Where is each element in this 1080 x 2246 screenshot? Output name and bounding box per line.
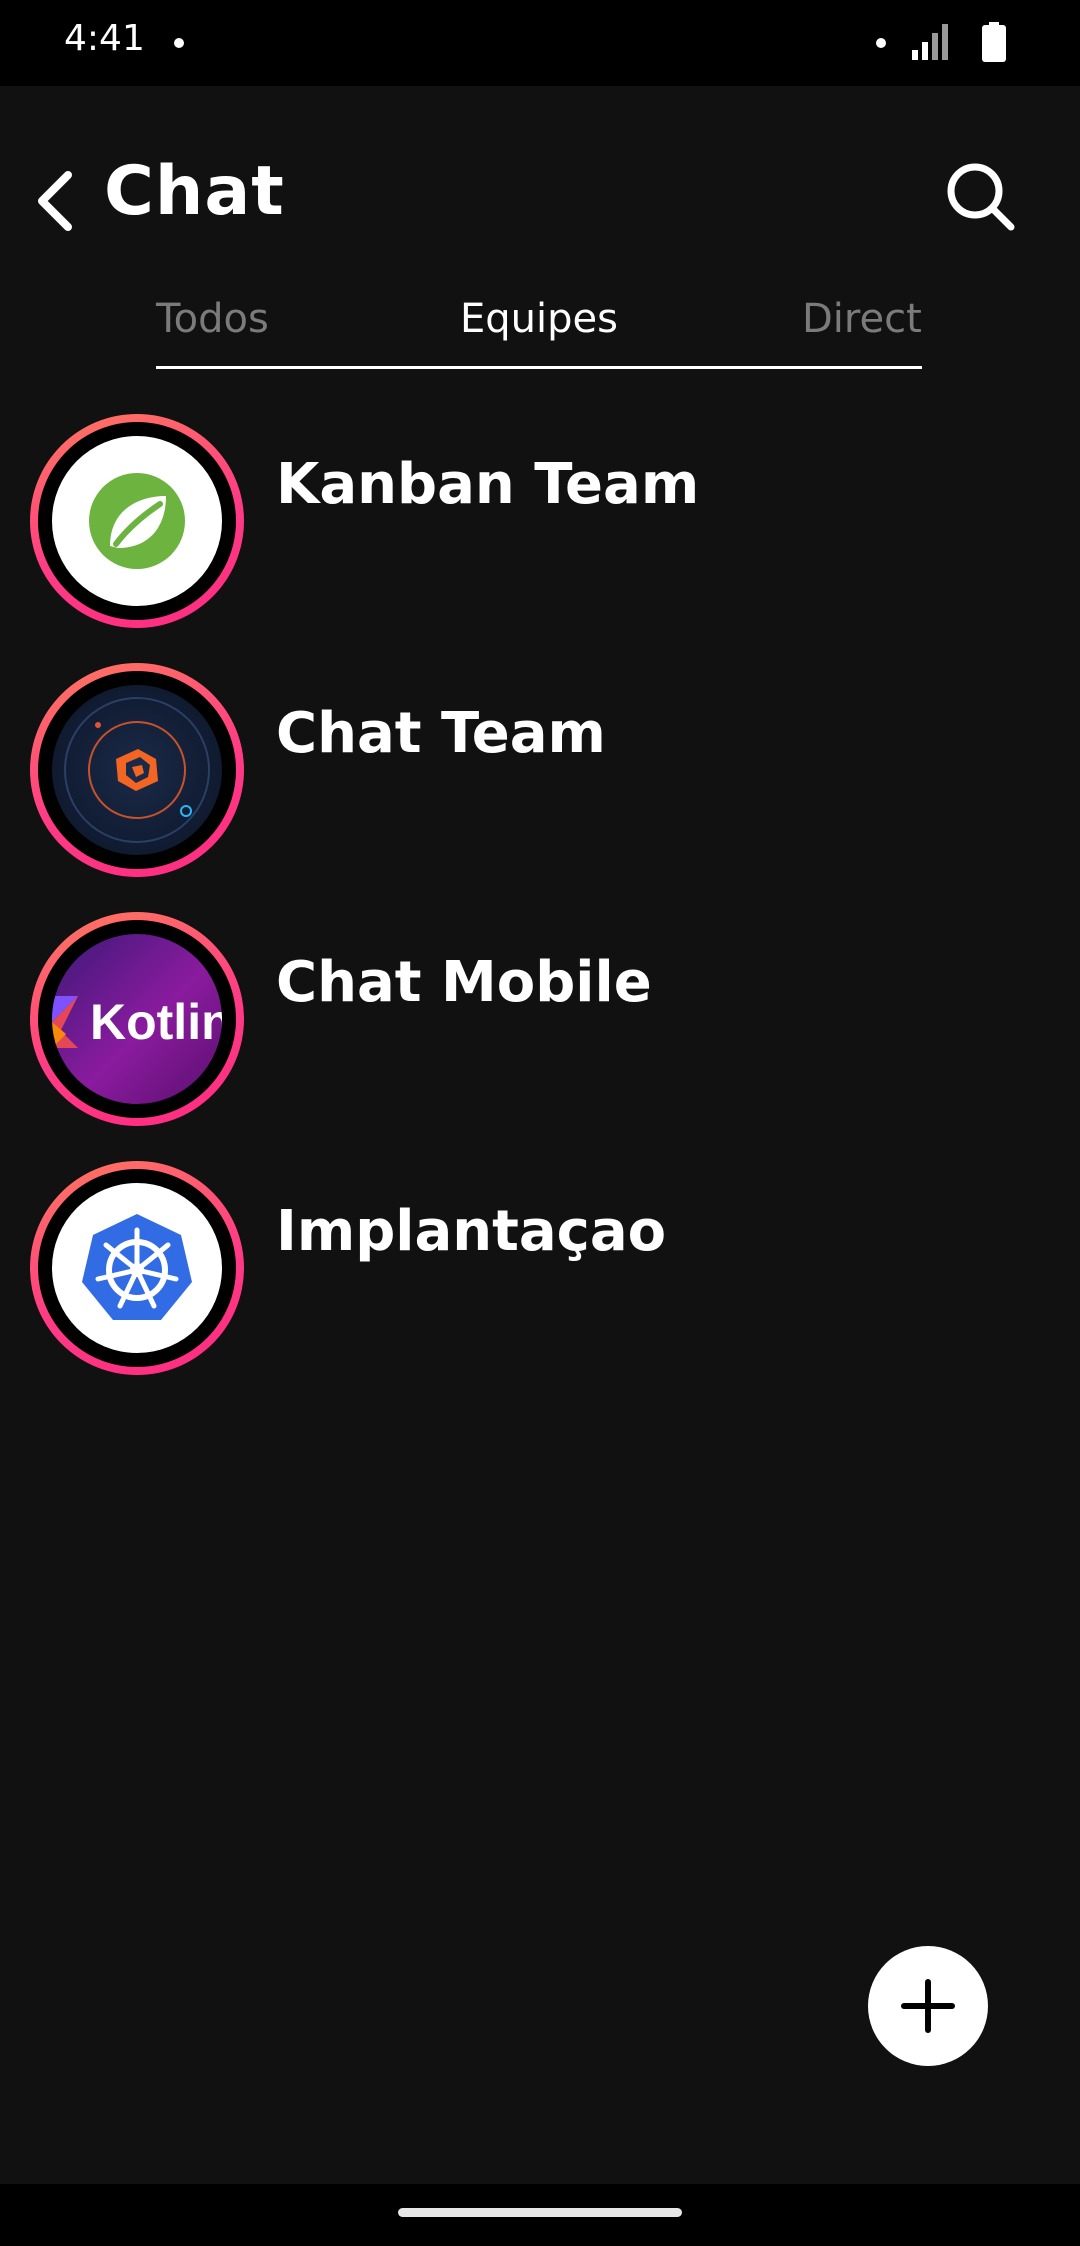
page-title: Chat bbox=[104, 152, 285, 231]
chat-list-item[interactable]: Kotlin Chat Mobile bbox=[0, 912, 1080, 1142]
chat-name: Implantaçao bbox=[276, 1199, 667, 1264]
status-time: 4:41 bbox=[64, 18, 145, 59]
orbit-logo bbox=[64, 697, 210, 843]
search-button[interactable] bbox=[940, 156, 1022, 238]
home-indicator[interactable] bbox=[398, 2208, 682, 2217]
signal-icon bbox=[912, 24, 948, 60]
spring-leaf-logo bbox=[89, 473, 185, 569]
avatar bbox=[52, 436, 222, 606]
kotlin-logo: Kotlin bbox=[52, 994, 222, 1050]
avatar: Kotlin bbox=[52, 934, 222, 1104]
search-icon bbox=[947, 163, 1015, 231]
navigation-bar bbox=[0, 2184, 1080, 2246]
chat-name: Kanban Team bbox=[276, 452, 700, 517]
back-button[interactable] bbox=[26, 156, 86, 246]
kubernetes-logo bbox=[82, 1214, 192, 1320]
avatar-ring bbox=[30, 414, 244, 628]
avatar-ring: Kotlin bbox=[30, 912, 244, 1126]
chat-list-item[interactable]: Chat Team bbox=[0, 663, 1080, 893]
tab-underline bbox=[156, 366, 922, 369]
chevron-left-icon bbox=[38, 171, 72, 231]
status-bar: 4:41 bbox=[0, 0, 1080, 86]
tab-todos[interactable]: Todos bbox=[156, 296, 269, 342]
chat-screen: Chat Todos Equipes Direct Kanban Team Ch… bbox=[0, 86, 1080, 2184]
status-dot-icon bbox=[876, 38, 886, 48]
new-chat-button[interactable] bbox=[868, 1946, 988, 2066]
chat-name: Chat Team bbox=[276, 701, 606, 766]
avatar-ring bbox=[30, 1161, 244, 1375]
plus-icon bbox=[901, 1979, 955, 2033]
tab-equipes[interactable]: Equipes bbox=[460, 296, 618, 342]
notification-dot-icon bbox=[174, 38, 184, 48]
avatar bbox=[52, 1183, 222, 1353]
avatar bbox=[52, 685, 222, 855]
tab-direct[interactable]: Direct bbox=[802, 296, 922, 342]
chat-list-item[interactable]: Implantaçao bbox=[0, 1161, 1080, 1391]
avatar-ring bbox=[30, 663, 244, 877]
battery-icon bbox=[982, 22, 1006, 62]
tab-bar: Todos Equipes Direct bbox=[156, 296, 922, 358]
chat-list-item[interactable]: Kanban Team bbox=[0, 414, 1080, 644]
chat-name: Chat Mobile bbox=[276, 950, 652, 1015]
svg-text:Kotlin: Kotlin bbox=[90, 994, 222, 1050]
